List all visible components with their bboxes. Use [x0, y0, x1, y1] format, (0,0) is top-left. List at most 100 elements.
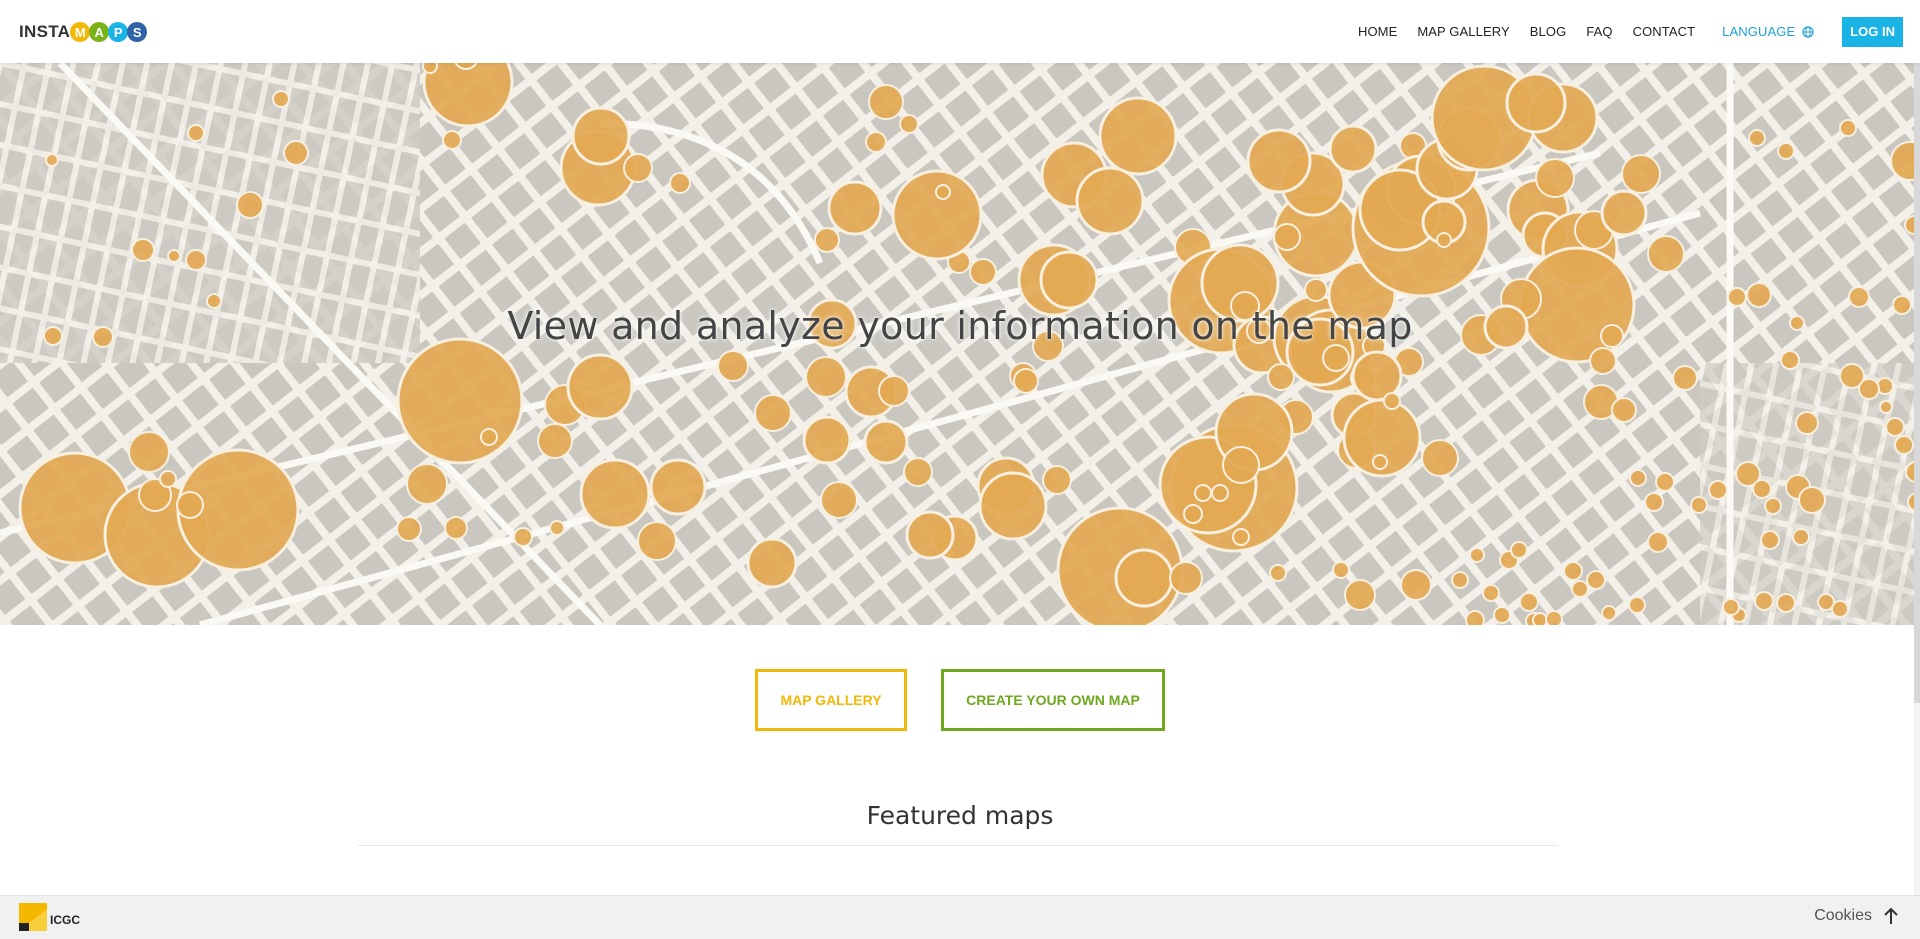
map-bubble[interactable]	[45, 153, 59, 167]
map-bubble[interactable]	[805, 356, 847, 398]
map-bubble[interactable]	[969, 258, 997, 286]
page-scrollbar-thumb[interactable]	[1914, 63, 1920, 703]
map-bubble[interactable]	[1792, 528, 1810, 546]
map-bubble[interactable]	[1075, 166, 1145, 236]
map-bubble[interactable]	[571, 106, 631, 166]
nav-home[interactable]: HOME	[1358, 24, 1397, 39]
map-bubble[interactable]	[978, 471, 1048, 541]
login-button[interactable]: LOG IN	[1842, 16, 1903, 47]
create-map-button[interactable]: CREATE YOUR OWN MAP	[941, 669, 1165, 731]
map-bubble[interactable]	[1621, 154, 1661, 194]
map-bubble[interactable]	[1383, 392, 1401, 410]
map-bubble[interactable]	[1798, 486, 1826, 514]
map-bubble[interactable]	[1647, 235, 1685, 273]
map-bubble[interactable]	[1776, 593, 1796, 613]
map-bubble[interactable]	[649, 458, 707, 516]
map-bubble[interactable]	[1764, 497, 1782, 515]
map-gallery-button[interactable]: MAP GALLERY	[755, 669, 907, 731]
map-bubble[interactable]	[1780, 350, 1800, 370]
map-bubble[interactable]	[1672, 365, 1698, 391]
map-bubble[interactable]	[406, 463, 448, 505]
map-bubble[interactable]	[1563, 561, 1583, 581]
map-bubble[interactable]	[1894, 435, 1914, 455]
map-bubble[interactable]	[1644, 492, 1664, 512]
map-bubble[interactable]	[1839, 119, 1857, 137]
nav-contact[interactable]: CONTACT	[1633, 24, 1696, 39]
map-bubble[interactable]	[802, 415, 852, 465]
map-bubble[interactable]	[935, 184, 951, 200]
map-bubble[interactable]	[283, 140, 309, 166]
map-bubble[interactable]	[159, 470, 177, 488]
map-bubble[interactable]	[863, 419, 909, 465]
map-bubble[interactable]	[1708, 480, 1728, 500]
map-bubble[interactable]	[1232, 528, 1250, 546]
map-bubble[interactable]	[1114, 548, 1174, 608]
icgc-logo[interactable]: ICGC	[19, 903, 80, 931]
map-bubble[interactable]	[131, 238, 155, 262]
map-bubble[interactable]	[827, 180, 883, 236]
map-bubble[interactable]	[1465, 610, 1485, 625]
map-bubble[interactable]	[868, 84, 904, 120]
map-bubble[interactable]	[1328, 124, 1378, 174]
language-selector[interactable]: LANGUAGE	[1722, 24, 1814, 39]
map-bubble[interactable]	[1754, 591, 1774, 611]
map-bubble[interactable]	[1600, 189, 1648, 237]
map-bubble[interactable]	[1246, 128, 1312, 194]
map-bubble[interactable]	[272, 90, 290, 108]
map-bubble[interactable]	[820, 481, 858, 519]
map-bubble[interactable]	[1748, 129, 1766, 147]
map-bubble[interactable]	[1482, 584, 1500, 602]
cookies-link[interactable]: Cookies	[1814, 907, 1872, 925]
map-bubble[interactable]	[1469, 547, 1485, 563]
map-bubble[interactable]	[167, 249, 181, 263]
map-bubble[interactable]	[1400, 569, 1432, 601]
map-bubble[interactable]	[236, 191, 264, 219]
map-bubble[interactable]	[1601, 605, 1617, 621]
map-bubble[interactable]	[754, 394, 792, 432]
map-bubble[interactable]	[1269, 564, 1287, 582]
map-bubble[interactable]	[549, 520, 565, 536]
map-bubble[interactable]	[396, 516, 422, 542]
map-bubble[interactable]	[1532, 612, 1548, 625]
map-bubble[interactable]	[878, 375, 910, 407]
map-bubble[interactable]	[537, 423, 573, 459]
map-bubble[interactable]	[513, 527, 533, 547]
nav-blog[interactable]: BLOG	[1530, 24, 1567, 39]
map-bubble[interactable]	[128, 431, 170, 473]
map-bubble[interactable]	[1304, 278, 1328, 302]
map-bubble[interactable]	[579, 458, 651, 530]
map-bubble[interactable]	[1629, 469, 1647, 487]
map-bubble[interactable]	[1589, 347, 1617, 375]
map-bubble[interactable]	[1505, 72, 1567, 134]
map-bubble[interactable]	[1098, 96, 1178, 176]
map-bubble[interactable]	[1647, 531, 1669, 553]
map-bubble[interactable]	[187, 124, 205, 142]
map-bubble[interactable]	[444, 516, 468, 540]
map-bubble[interactable]	[1722, 598, 1740, 616]
map-bubble[interactable]	[1519, 592, 1539, 612]
map-bubble[interactable]	[1655, 472, 1675, 492]
map-bubble[interactable]	[422, 63, 438, 74]
map-bubble[interactable]	[1332, 561, 1350, 579]
map-bubble[interactable]	[1344, 579, 1376, 611]
map-bubble[interactable]	[1169, 561, 1203, 595]
map-bubble[interactable]	[1611, 397, 1637, 423]
map-bubble[interactable]	[1042, 465, 1072, 495]
map-bubble[interactable]	[899, 114, 919, 134]
map-bubble[interactable]	[746, 537, 798, 589]
nav-map-gallery[interactable]: MAP GALLERY	[1417, 24, 1509, 39]
map-bubble[interactable]	[1885, 417, 1905, 437]
map-bubble[interactable]	[176, 491, 204, 519]
map-bubble[interactable]	[1545, 610, 1563, 625]
map-bubble[interactable]	[903, 457, 933, 487]
map-bubble[interactable]	[1760, 530, 1780, 550]
map-bubble[interactable]	[1879, 400, 1893, 414]
map-bubble[interactable]	[865, 131, 887, 153]
map-bubble[interactable]	[1273, 223, 1301, 251]
map-bubble[interactable]	[1628, 596, 1646, 614]
instamaps-logo[interactable]: INSTA M A P S	[19, 20, 148, 44]
map-bubble[interactable]	[1690, 496, 1708, 514]
nav-faq[interactable]: FAQ	[1586, 24, 1612, 39]
map-bubble[interactable]	[1831, 600, 1849, 618]
map-bubble[interactable]	[1421, 439, 1459, 477]
